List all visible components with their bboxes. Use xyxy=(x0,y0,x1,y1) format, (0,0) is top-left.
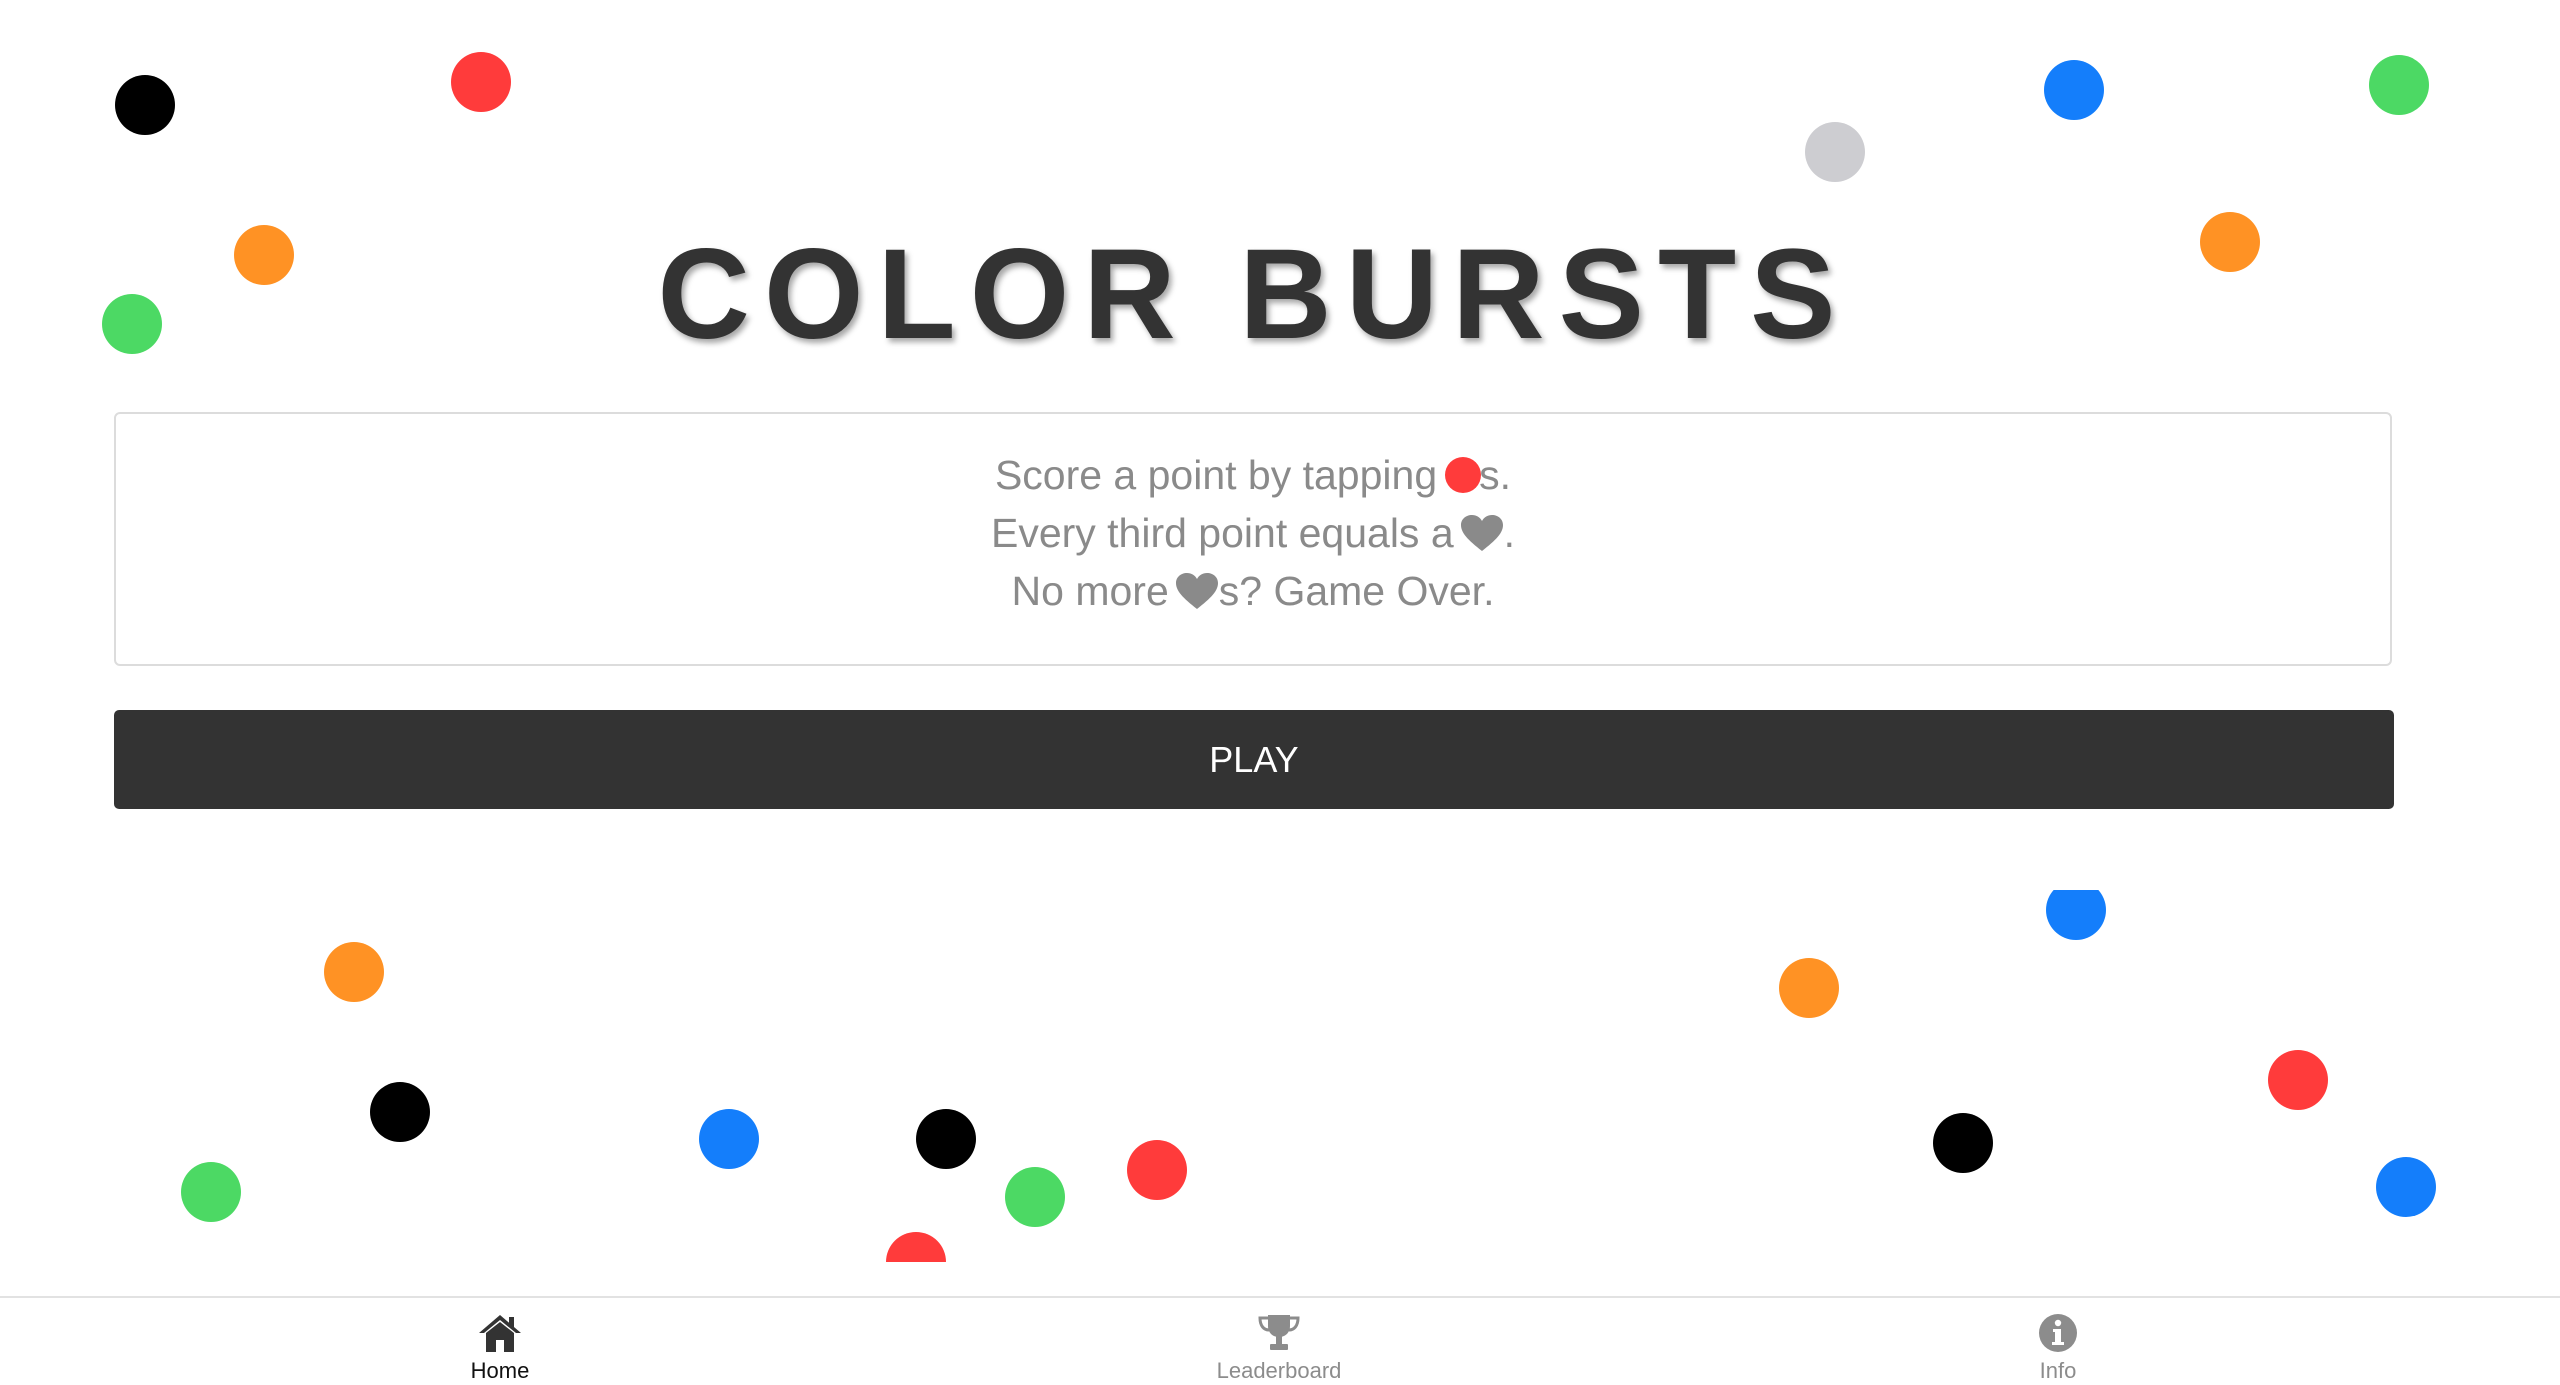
play-button[interactable]: PLAY xyxy=(114,710,2394,809)
green-dot[interactable] xyxy=(2369,55,2429,115)
info-icon xyxy=(2035,1312,2081,1354)
tab-home[interactable]: Home xyxy=(350,1312,650,1383)
tab-info-label: Info xyxy=(2039,1358,2077,1383)
tab-leaderboard-label: Leaderboard xyxy=(1216,1358,1342,1383)
game-screen: COLOR BURSTS Score a point by tapping s. … xyxy=(0,0,2560,1385)
blue-dot[interactable] xyxy=(2376,1157,2436,1217)
gray-dot[interactable] xyxy=(1805,122,1865,182)
red-dot[interactable] xyxy=(1127,1140,1187,1200)
orange-dot[interactable] xyxy=(324,942,384,1002)
trophy-icon xyxy=(1256,1312,1302,1354)
game-title: COLOR BURSTS xyxy=(657,223,1850,366)
blue-dot[interactable] xyxy=(699,1109,759,1169)
instruction-line-2-suffix: . xyxy=(1503,510,1516,556)
black-dot[interactable] xyxy=(115,75,175,135)
tab-info[interactable]: Info xyxy=(1908,1312,2208,1383)
green-dot[interactable] xyxy=(181,1162,241,1222)
instruction-line-2-text: Every third point equals a xyxy=(990,510,1454,556)
instruction-line-3: No more s? Game Over. xyxy=(116,562,2390,620)
red-dot[interactable] xyxy=(2268,1050,2328,1110)
instruction-line-2: Every third point equals a. xyxy=(116,504,2390,562)
red-dot-icon xyxy=(1445,457,1482,493)
blue-dot[interactable] xyxy=(2044,60,2104,120)
bottom-tab-bar: Home Leaderboard Info xyxy=(0,1296,2560,1385)
red-dot-partial[interactable] xyxy=(886,1232,946,1262)
instruction-line-1-suffix: s. xyxy=(1479,452,1512,498)
tab-leaderboard[interactable]: Leaderboard xyxy=(1129,1312,1429,1383)
instruction-line-3-text: No more xyxy=(1011,568,1169,614)
black-dot[interactable] xyxy=(916,1109,976,1169)
instruction-line-1: Score a point by tapping s. xyxy=(116,446,2390,504)
instruction-line-1-text: Score a point by tapping xyxy=(994,452,1438,498)
black-dot[interactable] xyxy=(370,1082,430,1142)
orange-dot[interactable] xyxy=(1779,958,1839,1018)
tab-home-label: Home xyxy=(470,1358,530,1383)
heart-icon xyxy=(1175,572,1219,610)
instructions-panel: Score a point by tapping s. Every third p… xyxy=(114,412,2392,666)
instructions-text: Score a point by tapping s. Every third p… xyxy=(116,446,2390,620)
heart-icon xyxy=(1460,514,1504,552)
green-dot[interactable] xyxy=(1005,1167,1065,1227)
red-dot[interactable] xyxy=(451,52,511,112)
instruction-line-3-suffix: s? Game Over. xyxy=(1218,568,1495,614)
home-icon xyxy=(477,1312,523,1354)
blue-dot-partial[interactable] xyxy=(2046,890,2106,940)
black-dot[interactable] xyxy=(1933,1113,1993,1173)
